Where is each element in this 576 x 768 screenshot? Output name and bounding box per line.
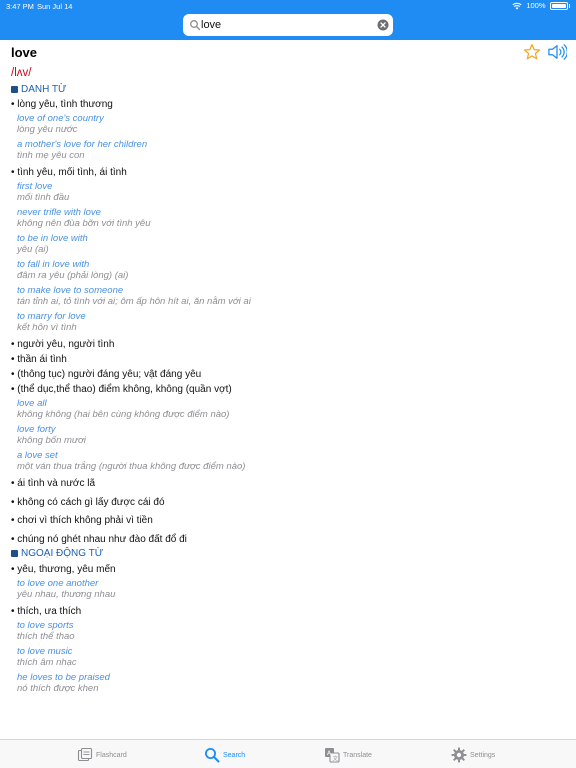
example: a mother's love for her children tình mẹ… [17,139,566,161]
example: to love music thích âm nhạc [17,646,566,668]
pos-marker-icon [11,550,18,557]
example-vi: nó thích được khen [17,682,99,694]
example-vi: yêu (ai) [17,244,49,255]
search-tab-icon [205,748,220,763]
example: to make love to someone tán tỉnh ai, tỏ … [17,285,566,307]
pronunciation: /lʌv/ [11,67,32,79]
example: love of one's country lòng yêu nước [17,113,566,135]
example-en: a mother's love for her children [17,139,148,150]
example-en: love of one's country [17,113,104,124]
speaker-icon[interactable] [547,43,567,61]
example-en: first love [17,181,53,192]
tab-translate[interactable]: A 文 Translate [324,746,372,764]
example: to marry for love kết hôn vì tình [17,311,566,333]
tab-settings-label: Settings [470,751,496,759]
gear-icon [451,747,467,763]
example-en: to be in love with [17,233,88,244]
example-vi: thích thể thao [17,630,75,642]
definition-content: /lʌv/ DANH TỪ • lòng yêu, tình thương lo… [11,66,566,698]
example-vi: một ván thua trắng (người thua không đượ… [17,461,246,472]
example: to fall in love with đâm ra yêu (phải lò… [17,259,566,281]
svg-text:文: 文 [333,755,339,763]
example: love all không không (hai bên cùng không… [17,398,566,420]
wifi-icon [512,2,522,9]
example-vi: mối tình đầu [17,192,70,203]
sense-item: • thích, ưa thích [11,605,82,617]
example-en: to make love to someone [17,285,124,296]
example-en: to marry for love [17,311,86,322]
example-vi: không nên đùa bỡn với tình yêu [17,218,151,229]
clear-icon[interactable] [377,19,389,31]
example-vi: đâm ra yêu (phải lòng) (ai) [17,270,129,281]
pos-marker-icon [11,85,18,93]
battery-percent: 100% [526,1,546,10]
flashcard-icon [77,747,93,762]
example: he loves to be praised nó thích được khe… [17,672,566,694]
battery-cap [568,3,570,8]
example-en: never trifle with love [17,207,101,218]
example-vi: kết hôn vì tình [17,322,77,333]
sense-item: • thần ái tình [11,354,67,365]
pos-label: NGOẠI ĐỘNG TỪ [21,548,104,559]
example-en: to love music [17,645,73,657]
tab-search[interactable]: Search [204,746,245,764]
sense-item: • ái tình và nước lã [11,478,96,489]
example-vi: lòng yêu nước [17,124,78,135]
sense-item: • tình yêu, mối tình, ái tình [11,167,127,178]
example-vi: thích âm nhạc [17,656,77,668]
search-icon [190,20,201,31]
example: to love sports thích thể thao [17,620,566,642]
tab-flashcard-label: Flashcard [96,751,127,759]
part-of-speech-verb: NGOẠI ĐỘNG TỪ [11,547,566,561]
example-en: to love one another [17,577,99,589]
example-vi: không bốn mươi [17,435,86,446]
pos-label: DANH TỪ [21,83,67,95]
example-vi: tình mẹ yêu con [17,150,85,161]
tab-search-label: Search [223,751,246,759]
status-right: 100% [512,1,570,10]
star-icon[interactable] [523,43,541,61]
example: a love set một ván thua trắng (người thu… [17,450,566,472]
example-en: he loves to be praised [17,671,110,683]
battery-icon [549,1,568,10]
search-input[interactable] [201,16,371,34]
sense-item: • yêu, thương, yêu mến [11,563,116,575]
example-en: love forty [17,424,56,435]
sense-item: • chơi vì thích không phải vì tiền [11,515,153,526]
example: to love one another yêu nhau, thương nha… [17,578,566,600]
example-en: love all [17,398,47,409]
headword: love [11,45,38,60]
status-date: Sun Jul 14 [37,2,73,11]
example: love forty không bốn mươi [17,424,566,446]
example: never trifle with love không nên đùa bỡn… [17,207,566,229]
example-en: to love sports [17,619,74,631]
example-vi: không không (hai bên cùng không được điể… [17,409,230,420]
tab-settings[interactable]: Settings [451,746,495,764]
example-vi: tán tỉnh ai, tỏ tình với ai; ôm ấp hôn h… [17,296,251,307]
sense-item: • người yêu, người tình [11,339,115,350]
sense-item: • (thông tục) người đáng yêu; vật đáng y… [11,369,202,380]
tab-translate-label: Translate [343,751,372,759]
tab-bar: Flashcard Search A 文 Translate Settings [0,739,576,768]
sense-item: • (thể dục,thể thao) điểm không, không (… [11,384,232,395]
sense-item: • không có cách gì lấy được cái đó [11,496,165,508]
example: to be in love with yêu (ai) [17,233,566,255]
sense-item: • lòng yêu, tình thương [11,99,113,110]
search-bar[interactable] [183,14,393,36]
part-of-speech-noun: DANH TỪ [11,82,566,96]
example-en: to fall in love with [17,259,90,270]
status-time: 3:47 PM [6,2,34,11]
example-vi: yêu nhau, thương nhau [17,588,116,600]
example-en: a love set [17,450,58,461]
navigation-bar: 3:47 PM Sun Jul 14 100% [0,0,576,40]
tab-flashcard[interactable]: Flashcard [77,746,127,764]
example: first love mối tình đầu [17,181,566,203]
translate-icon: A 文 [325,748,340,763]
sense-item: • chúng nó ghét nhau như đào đất đổ đi [11,533,187,545]
status-bar: 3:47 PM Sun Jul 14 100% [0,0,576,12]
